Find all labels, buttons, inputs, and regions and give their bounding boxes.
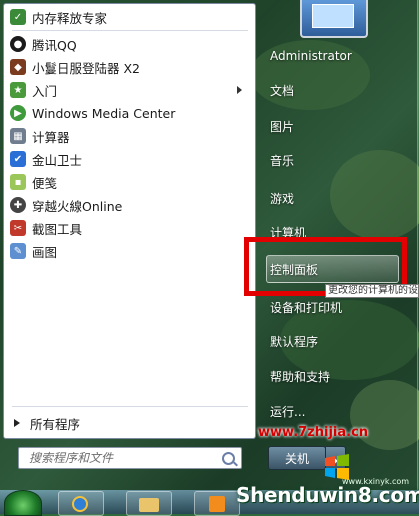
watermark-site: www.7zhijia.cn [258,425,369,440]
program-label: 腾讯QQ [32,37,77,53]
search-icon[interactable] [222,452,235,465]
search-box[interactable] [18,447,242,469]
all-programs-label: 所有程序 [30,416,81,432]
start-button[interactable] [4,490,42,516]
right-item-label: 音乐 [270,153,295,168]
watermark-small: www.kxinyk.com [342,477,410,486]
crossfire-icon: ✚ [10,197,26,213]
divider [12,30,248,31]
program-label: 内存释放专家 [32,10,108,26]
right-item-pictures[interactable]: 图片 [270,115,294,137]
program-item-crossfire[interactable]: ✚ 穿越火線Online [10,194,250,216]
program-label: 入门 [32,83,58,99]
program-label: 小鬘日服登陆器 X2 [32,60,140,76]
shutdown-button[interactable]: 关机 [268,446,326,470]
penguin-icon: ● [10,36,26,52]
program-item-getting-started[interactable]: ★ 入门 [10,79,250,101]
start-menu-programs-panel: ✓ 内存释放专家 ● 腾讯QQ ◆ 小鬘日服登陆器 X2 ★ 入门 ▶ Wind… [3,3,256,439]
shield-icon: ✔ [10,151,26,167]
all-programs-button[interactable]: 所有程序 [10,412,80,434]
right-item-label: 默认程序 [270,334,319,349]
user-picture[interactable] [300,0,368,38]
palette-icon: ✎ [10,243,26,259]
watermark-brand: Shenduwin8.com [236,483,419,507]
program-item-qq[interactable]: ● 腾讯QQ [10,33,250,55]
program-label: 截图工具 [32,221,83,237]
folder-icon [139,498,159,512]
right-item-label: 文档 [270,83,295,98]
right-item-devices-printers[interactable]: 设备和打印机 [270,296,342,318]
monitor-icon [312,4,354,28]
user-name: Administrator [270,49,352,63]
program-label: Windows Media Center [32,105,176,121]
program-label: 便笺 [32,175,58,191]
program-label: 画图 [32,244,58,260]
program-label: 金山卫士 [32,152,83,168]
media-center-icon: ▶ [10,105,26,121]
right-item-label: 设备和打印机 [270,300,343,315]
calculator-icon: ▦ [10,128,26,144]
taskbar-explorer-button[interactable] [126,491,172,516]
right-item-documents[interactable]: 文档 [270,79,294,101]
program-item-sticky-notes[interactable]: ▪ 便笺 [10,171,250,193]
start-menu: ✓ 内存释放专家 ● 腾讯QQ ◆ 小鬘日服登陆器 X2 ★ 入门 ▶ Wind… [0,0,419,490]
sticky-note-icon: ▪ [10,174,26,190]
right-item-run[interactable]: 运行... [270,400,305,422]
taskbar-ie-button[interactable] [58,491,104,516]
program-label: 穿越火線Online [32,198,123,214]
triangle-right-icon [14,419,20,427]
media-player-icon [209,496,225,512]
program-item-launcher[interactable]: ◆ 小鬘日服登陆器 X2 [10,56,250,78]
getting-started-icon: ★ [10,82,26,98]
right-item-label: 游戏 [270,191,295,206]
program-item-memory-cleaner[interactable]: ✓ 内存释放专家 [10,6,250,28]
user-name-link[interactable]: Administrator [270,45,352,67]
right-item-music[interactable]: 音乐 [270,149,294,171]
submenu-arrow-icon [237,86,242,94]
program-item-snipping-tool[interactable]: ✂ 截图工具 [10,217,250,239]
search-input[interactable] [27,450,221,466]
launcher-icon: ◆ [10,59,26,75]
right-item-label: 运行... [270,404,306,419]
scissors-icon: ✂ [10,220,26,236]
right-item-help-support[interactable]: 帮助和支持 [270,365,330,387]
right-item-default-programs[interactable]: 默认程序 [270,330,318,352]
internet-explorer-icon [72,496,88,512]
right-item-label: 图片 [270,119,295,134]
broom-icon: ✓ [10,9,26,25]
program-label: 计算器 [32,129,70,145]
divider [12,406,248,407]
program-item-paint[interactable]: ✎ 画图 [10,240,250,262]
program-item-security-guard[interactable]: ✔ 金山卫士 [10,148,250,170]
program-item-calculator[interactable]: ▦ 计算器 [10,125,250,147]
program-item-media-center[interactable]: ▶ Windows Media Center [10,102,250,124]
taskbar-media-button[interactable] [194,491,240,516]
right-item-label: 帮助和支持 [270,369,331,384]
right-item-games[interactable]: 游戏 [270,187,294,209]
